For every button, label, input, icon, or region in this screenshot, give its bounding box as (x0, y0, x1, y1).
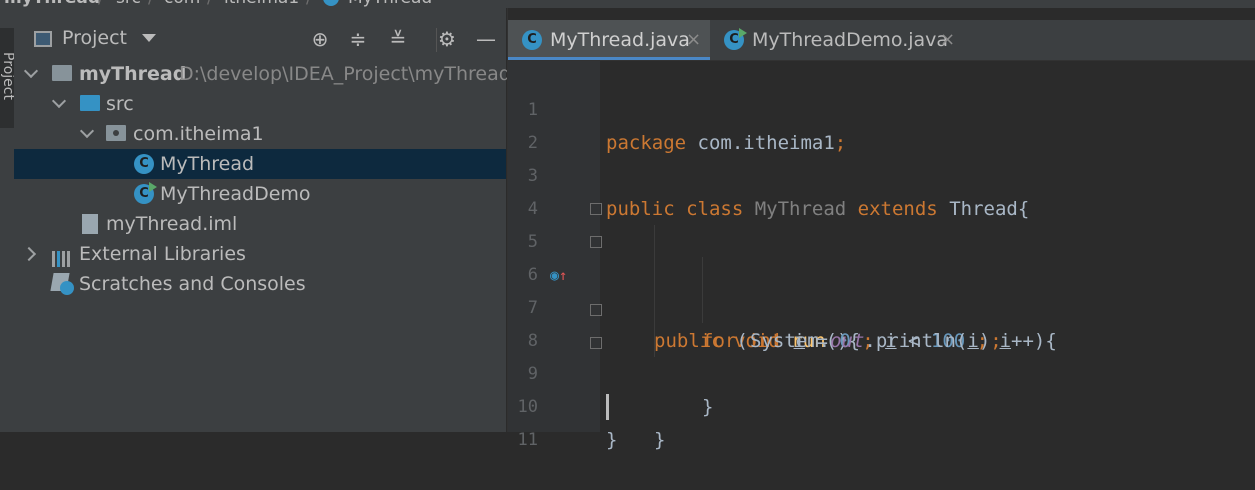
breadcrumb-item[interactable]: myThread (4, 0, 100, 8)
tree-item-mythread[interactable]: C MyThread (14, 149, 506, 179)
code-line: 8 } (508, 292, 1255, 418)
tool-window-strip: Project (0, 8, 16, 432)
chevron-down-icon[interactable] (142, 34, 156, 42)
code-line: 9 } (508, 325, 1255, 451)
tab-mythreaddemo[interactable]: C MyThreadDemo.java × (710, 20, 970, 60)
breadcrumb-item[interactable]: com (164, 0, 200, 8)
runnable-class-icon: C (724, 28, 747, 50)
text-caret (606, 394, 609, 420)
fold-marker[interactable] (590, 337, 602, 349)
fold-marker[interactable] (590, 304, 602, 316)
code-line: 5 ◉↑ public void run(){ (508, 193, 1255, 352)
expand-all-icon[interactable]: ≑ (345, 26, 371, 52)
chevron-down-icon[interactable] (79, 123, 95, 139)
tree-item-path: D:\develop\IDEA_Project\myThread (179, 63, 511, 85)
class-icon: C (134, 154, 154, 174)
tree-item-label: MyThread (160, 153, 255, 175)
tree-item-label: src (106, 93, 134, 115)
tree-item-label: myThread.iml (106, 213, 238, 235)
editor: C MyThread.java × C MyThreadDemo.java × … (507, 8, 1255, 451)
chevron-down-icon[interactable] (23, 63, 39, 79)
tree-item-mythreaddemo[interactable]: C MyThreadDemo (14, 179, 506, 209)
project-panel: Project ⊕ ≑ ≚ ⚙ — myThread D:\develop\ID… (14, 8, 511, 432)
tree-item-iml[interactable]: myThread.iml (14, 209, 506, 239)
tree-item-project-root[interactable]: myThread D:\develop\IDEA_Project\myThrea… (14, 59, 511, 89)
module-file-icon (82, 214, 98, 234)
code-line: 4 (527, 199, 538, 219)
tree-item-label: MyThreadDemo (160, 183, 311, 205)
code-line: 6 for(int i = 0 ; i < 100 ; i++){ (508, 226, 1255, 352)
code-line: 10 } (517, 397, 618, 451)
project-tool-window-tab[interactable]: Project (0, 28, 16, 128)
module-folder-icon (52, 65, 72, 81)
tree-item-scratches[interactable]: Scratches and Consoles (14, 269, 506, 299)
scratches-icon (50, 273, 74, 295)
breadcrumb: myThread / src / com / itheima1 / MyThre… (0, 0, 1255, 8)
breadcrumb-item[interactable]: src (116, 0, 141, 8)
tree-item-label: myThread (79, 63, 187, 85)
code-line: 3 public class MyThread extends Thread{ (527, 166, 1030, 220)
close-icon[interactable]: × (686, 20, 701, 60)
tree-item-external-libraries[interactable]: External Libraries (14, 239, 506, 269)
libraries-icon (52, 246, 72, 267)
fold-marker[interactable] (590, 203, 602, 215)
tree-item-label: External Libraries (79, 243, 246, 265)
class-icon (323, 0, 339, 6)
project-view-selector[interactable]: Project (62, 27, 127, 49)
collapse-all-icon[interactable]: ≚ (385, 26, 411, 52)
tab-label: MyThreadDemo.java (752, 29, 949, 51)
code-line: 1 package com.itheima1; (527, 100, 847, 154)
chevron-down-icon[interactable] (51, 93, 67, 109)
tree-item-label: com.itheima1 (133, 123, 264, 145)
tree-item-src[interactable]: src (14, 89, 506, 119)
locate-file-icon[interactable]: ⊕ (307, 26, 333, 52)
hide-panel-icon[interactable]: — (473, 26, 499, 52)
tab-label: MyThread.java (550, 29, 690, 51)
editor-tabs: C MyThread.java × C MyThreadDemo.java × (508, 20, 1255, 61)
runnable-class-icon: C (134, 182, 157, 204)
tab-mythread[interactable]: C MyThread.java × (508, 20, 710, 60)
code-line: 2 (527, 133, 538, 153)
project-view-icon (34, 31, 52, 47)
code-line: 11 (517, 430, 538, 450)
chevron-right-icon[interactable] (21, 246, 37, 262)
tree-item-package[interactable]: com.itheima1 (14, 119, 506, 149)
code-area[interactable]: 1 package com.itheima1; 2 3 public class… (508, 61, 1255, 451)
source-folder-icon (80, 95, 100, 111)
tree-item-label: Scratches and Consoles (79, 273, 306, 295)
breadcrumb-item[interactable]: MyThread (348, 0, 432, 8)
project-panel-header: Project ⊕ ≑ ≚ ⚙ — (14, 22, 506, 58)
close-icon[interactable]: × (940, 20, 955, 60)
breadcrumb-item[interactable]: itheima1 (224, 0, 299, 8)
package-icon (106, 125, 126, 141)
class-icon: C (522, 30, 542, 50)
fold-marker[interactable] (590, 236, 602, 248)
code-line: 7 System.out.println(i); (527, 298, 1002, 352)
gear-icon[interactable]: ⚙ (434, 26, 460, 52)
